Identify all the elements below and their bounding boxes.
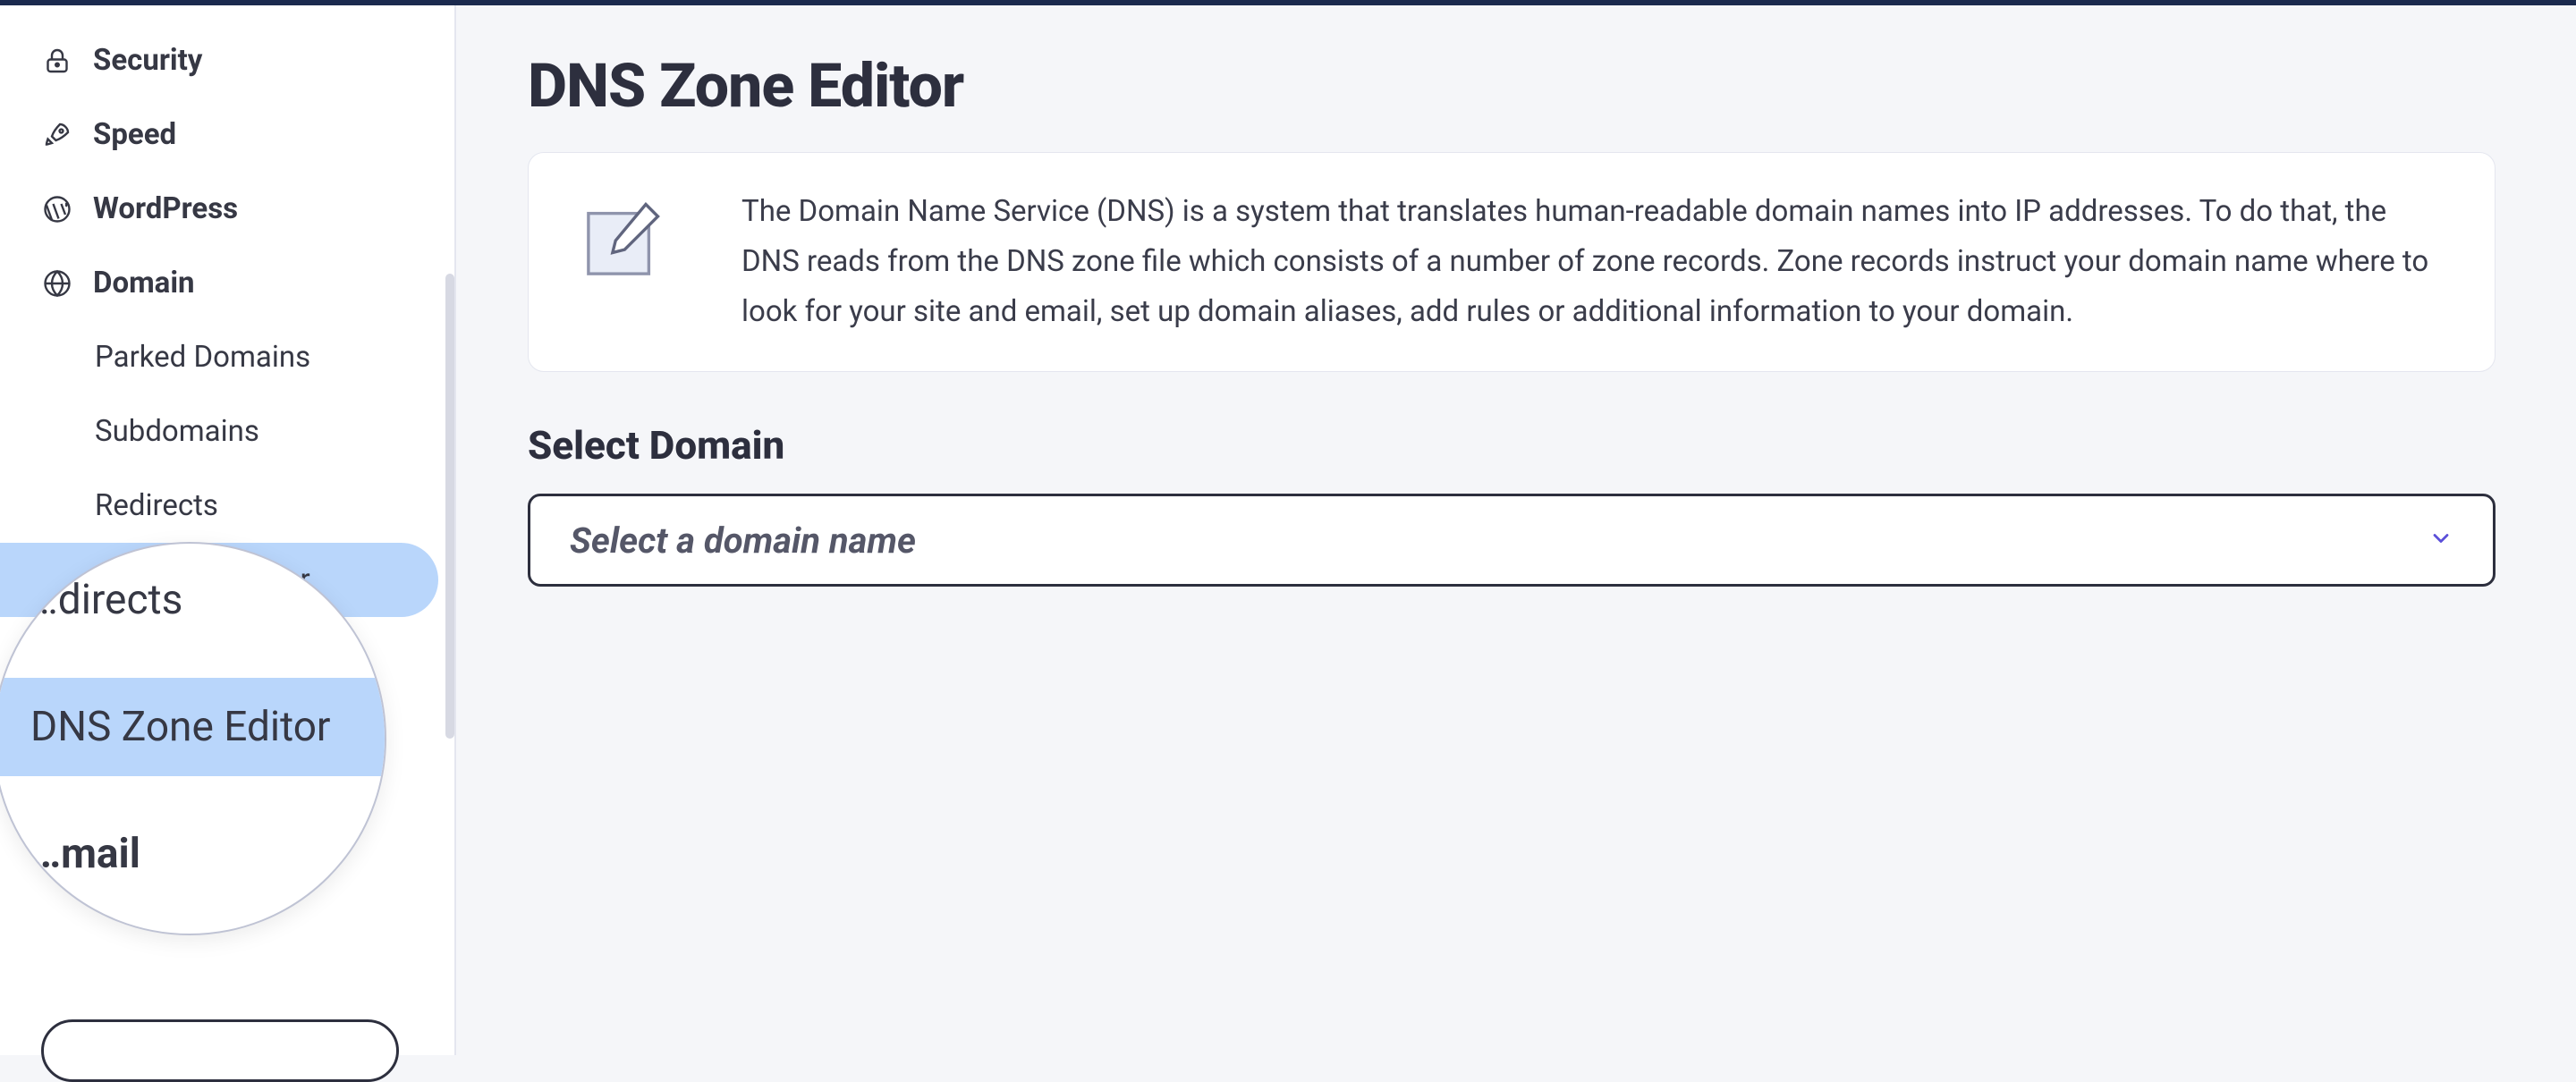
rocket-icon: [41, 119, 73, 151]
sidebar-sub-label: Redirects: [95, 488, 218, 523]
domain-select-placeholder: Select a domain name: [570, 520, 916, 562]
chevron-down-icon: [2428, 526, 2453, 554]
info-text: The Domain Name Service (DNS) is a syste…: [741, 187, 2450, 337]
sidebar-item-label: Security: [93, 43, 202, 78]
sidebar: Security Speed WordPress Domain Parked D…: [0, 5, 456, 1055]
sidebar-item-label: Speed: [93, 117, 176, 152]
sidebar-item-domain[interactable]: Domain: [0, 246, 454, 320]
sidebar-sub-subdomains[interactable]: Subdomains: [0, 394, 454, 469]
sidebar-sub-redirects[interactable]: Redirects: [0, 469, 454, 543]
lens-row-dns-zone-editor: DNS Zone Editor: [0, 678, 386, 776]
sidebar-item-speed[interactable]: Speed: [0, 97, 454, 172]
page-title: DNS Zone Editor: [528, 50, 2496, 122]
app-root: Security Speed WordPress Domain Parked D…: [0, 0, 2576, 1055]
sidebar-item-wordpress[interactable]: WordPress: [0, 172, 454, 246]
domain-select[interactable]: Select a domain name: [528, 494, 2496, 587]
lens-row-statistics: Sta…: [0, 912, 385, 935]
sidebar-sub-parked-domains[interactable]: Parked Domains: [0, 320, 454, 394]
wordpress-icon: [41, 193, 73, 225]
sidebar-sub-label: Parked Domains: [95, 340, 310, 375]
info-card: The Domain Name Service (DNS) is a syste…: [528, 152, 2496, 372]
magnifier-overlay: …directs DNS Zone Editor …mail Sta…: [0, 542, 386, 935]
sidebar-scrollbar[interactable]: [445, 274, 454, 739]
globe-icon: [41, 267, 73, 300]
sidebar-item-label: WordPress: [93, 191, 238, 226]
lens-row-email: …mail: [0, 830, 385, 878]
document-edit-icon: [573, 187, 670, 292]
sidebar-item-label: Domain: [93, 266, 195, 300]
lens-row-redirects: …directs: [0, 576, 385, 624]
sidebar-sub-label: Subdomains: [95, 414, 259, 449]
select-domain-heading: Select Domain: [528, 422, 2496, 469]
lock-icon: [41, 45, 73, 77]
main-content: DNS Zone Editor The Domain Name Service …: [456, 5, 2576, 1055]
sidebar-outline-button[interactable]: [41, 1019, 399, 1082]
sidebar-item-security[interactable]: Security: [0, 23, 454, 97]
